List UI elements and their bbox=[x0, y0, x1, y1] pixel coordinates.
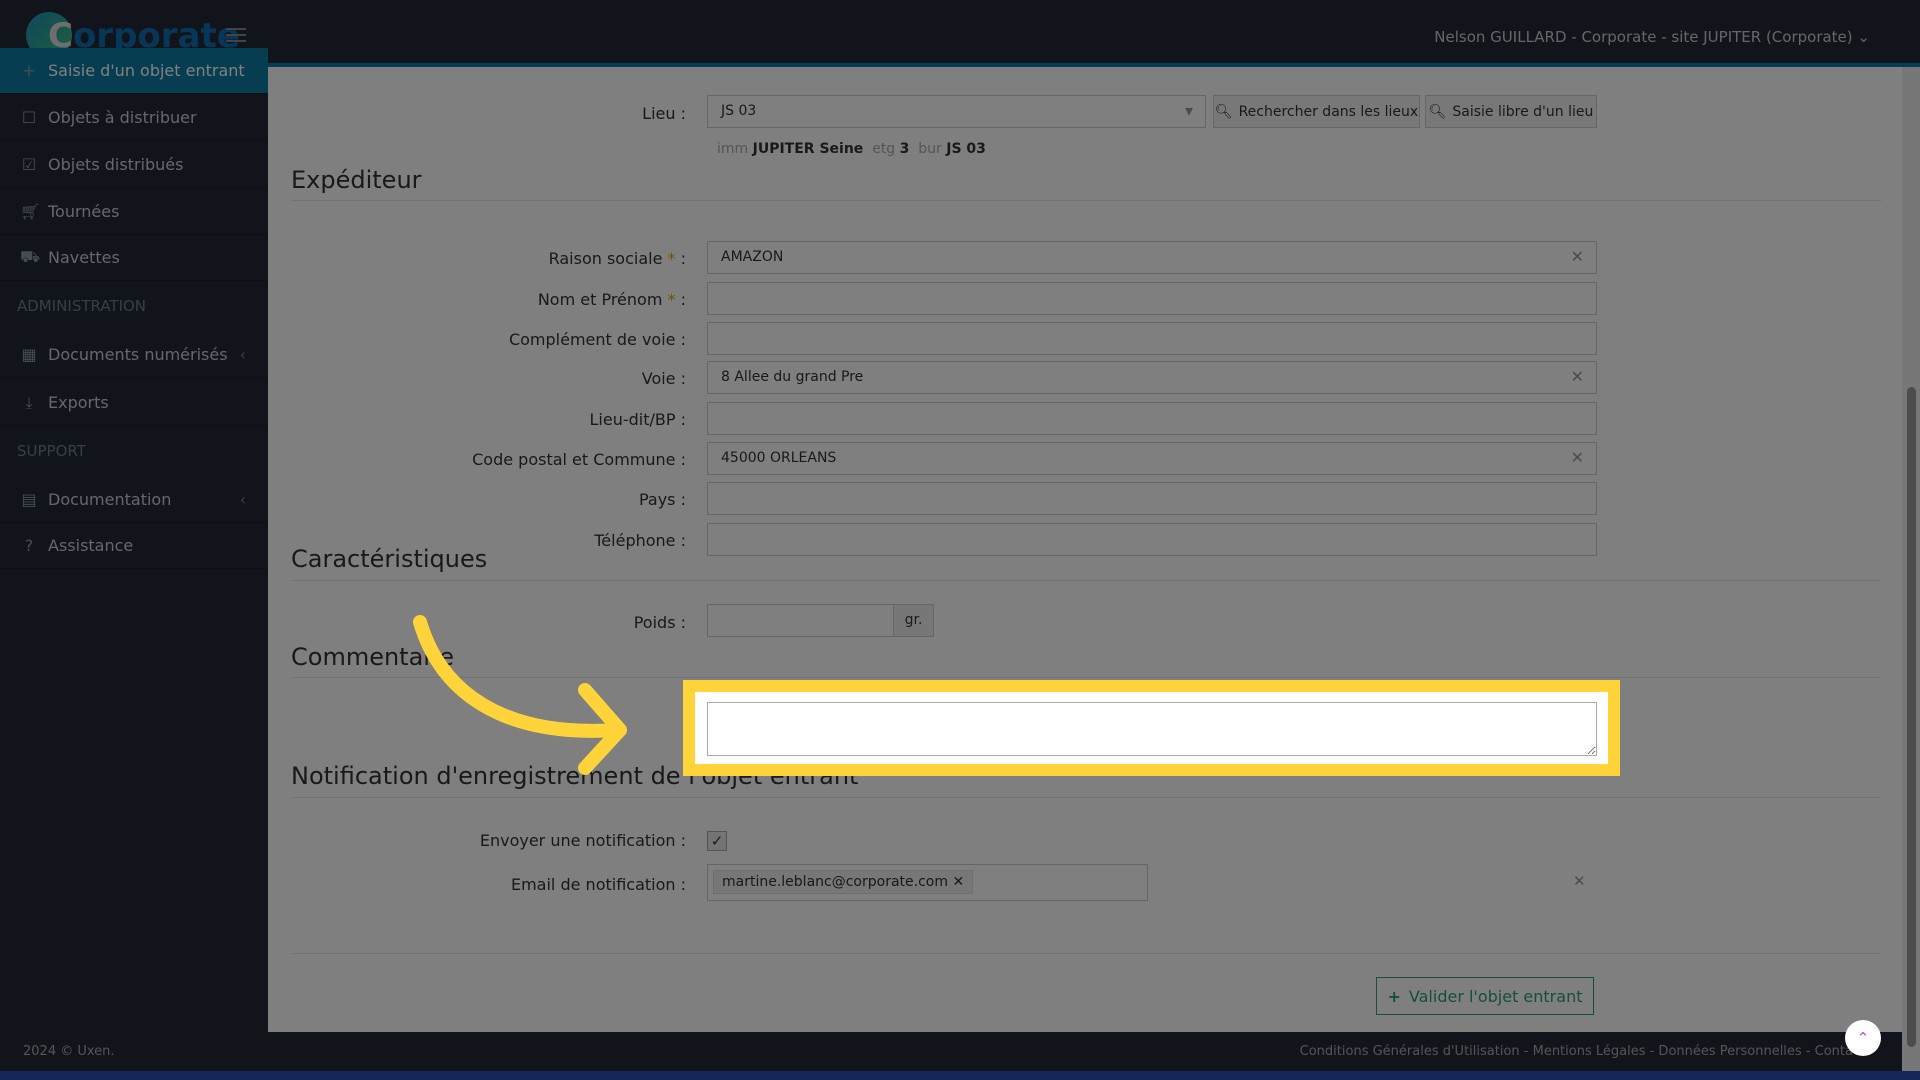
dim-overlay bbox=[0, 0, 1920, 1080]
help-widget-icon[interactable]: ⌃ bbox=[1845, 1020, 1881, 1056]
comment-textarea[interactable] bbox=[707, 702, 1597, 756]
arrow-annotation-icon bbox=[413, 615, 627, 775]
